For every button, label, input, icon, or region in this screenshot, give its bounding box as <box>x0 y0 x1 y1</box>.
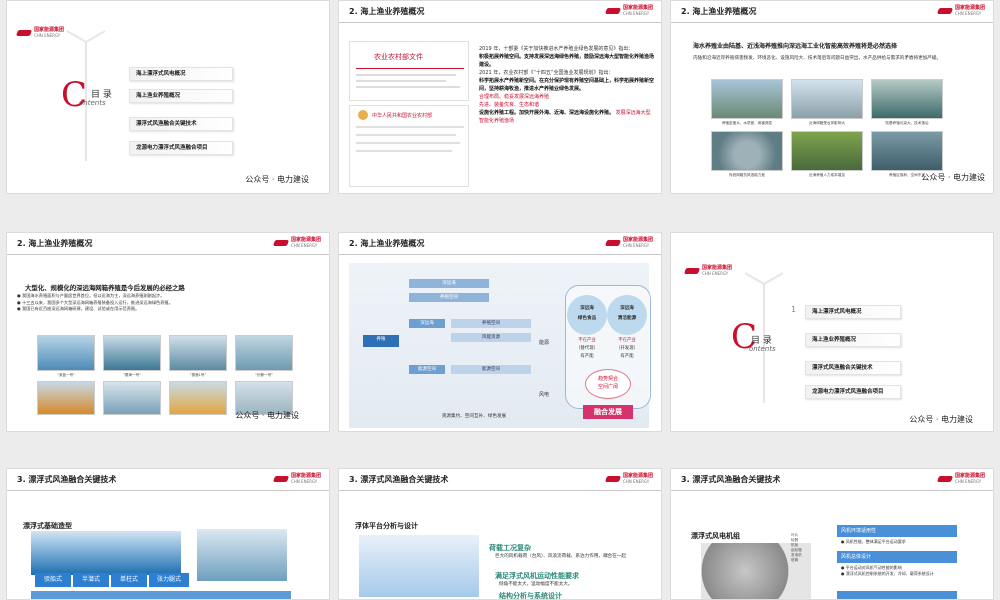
photo-cage-7 <box>169 381 227 415</box>
menu-item-2[interactable]: 海上渔业养殖概况 <box>129 89 233 103</box>
photo-coast-cages <box>791 79 863 119</box>
card-env: 风机环境适用性 <box>837 525 957 537</box>
photo-pond <box>711 79 783 119</box>
photo-cage-6 <box>103 381 161 415</box>
slide-wind-turbine[interactable]: 3. 漂浮式风渔融合关键技术 国家能源集团 CHN ENERGY 漂浮式风电机组 … <box>670 468 994 600</box>
photo-net-cage <box>711 131 783 171</box>
slide-title: 3. 漂浮式风渔融合关键技术 <box>681 475 781 484</box>
slide-title: 2. 海上渔业养殖概况 <box>349 7 425 16</box>
subtitle: 浮体平台分析与设计 <box>355 522 418 530</box>
slide-title: 2. 海上渔业养殖概况 <box>17 239 93 248</box>
subtitle: 漂浮式风电机组 <box>691 532 740 540</box>
foundation-models <box>197 529 287 581</box>
slide-policy[interactable]: 2. 海上渔业养殖概况 国家能源集团 CHN ENERGY 农业农村部文件 中华人… <box>338 0 662 194</box>
slide-title: 2. 海上渔业养殖概况 <box>681 7 757 16</box>
slide-aquaculture-trend[interactable]: 2. 海上渔业养殖概况 国家能源集团 CHN ENERGY 海水养殖业由陆基、近浅… <box>670 0 994 194</box>
photo-cage-3 <box>169 335 227 371</box>
policy-text: 2019 年，十部委《关于加快推进水产养殖业绿色发展的意见》指出： 积极拓展养殖… <box>479 46 655 124</box>
photo-cage-1 <box>37 335 95 371</box>
photo-cage-4 <box>235 335 293 371</box>
photo-cage-2 <box>103 335 161 371</box>
menu-item-4[interactable]: 龙源电力漂浮式风渔融合项目 <box>129 141 233 155</box>
brand-logo: 国家能源集团 CHN ENERGY <box>606 5 653 17</box>
slide-heading: 海水养殖业由陆基、近浅海养殖推向深远海工业化智能高效养殖将是必然选择 <box>693 43 898 50</box>
menu-item-1[interactable]: 海上漂浮式风电概况 <box>129 67 233 81</box>
contents-letter: C <box>61 75 88 115</box>
doc-title: 农业农村部文件 <box>374 53 423 61</box>
menu-item-4[interactable]: 龙源电力漂浮式风渔融合项目 <box>805 385 901 399</box>
doc-header: 中华人民共和国农业农村部 <box>372 113 433 119</box>
platform-illustration <box>359 535 479 597</box>
foundation-illustration <box>31 531 181 575</box>
intro-text: 内陆和沿海近岸养殖病害频发、环境恶化、设施风险大、技术落后等问题日益突出，水产品… <box>693 56 942 61</box>
menu-item-3[interactable]: 漂浮式风渔融合关键技术 <box>129 117 233 131</box>
brand-logo: 国家能源集团 CHN ENERGY <box>938 473 985 485</box>
brand-logo: 国家能源集团 CHN ENERGY <box>274 473 321 485</box>
slide-title: 3. 漂浮式风渔融合关键技术 <box>17 475 117 484</box>
fusion-badge: 融合发展 <box>583 405 633 419</box>
photo-indoor-tanks <box>871 131 943 171</box>
tag-barge: 驳船式 <box>35 573 71 587</box>
photo-cage-5 <box>37 381 95 415</box>
tag-tlp: 张力腿式 <box>149 573 189 587</box>
ministry-document-image: 中华人民共和国农业农村部 <box>349 105 469 187</box>
footer-wechat: 公众号 · 电力建设 <box>245 175 309 184</box>
policy-document-image: 农业农村部文件 <box>349 41 469 101</box>
slide-title: 2. 海上渔业养殖概况 <box>349 239 425 248</box>
slide-contents-1[interactable]: 国家能源集团 CHN ENERGY C 目 录 ontents 海上漂浮式风电概况… <box>6 0 330 194</box>
brand-logo: 国家能源集团 CHN ENERGY <box>17 27 64 39</box>
brand-logo: 国家能源集团 CHN ENERGY <box>685 265 732 277</box>
bullet-list: ● 我国海水养殖面积与产量居世界首位，但以近海为主，深远海养殖刚刚起步。 ● 十… <box>17 293 173 311</box>
tag-spar: 单柱式 <box>111 573 147 587</box>
photo-fish-farm <box>871 79 943 119</box>
slide-heading: 大型化、规模化的深远海网箱养殖是今后发展的必经之路 <box>25 284 185 292</box>
menu-item-2[interactable]: 海上渔业养殖概况 <box>805 333 901 347</box>
brand-logo: 国家能源集团 CHN ENERGY <box>274 237 321 249</box>
brand-logo: 国家能源集团 CHN ENERGY <box>938 5 985 17</box>
photo-workers <box>791 131 863 171</box>
menu-item-3[interactable]: 漂浮式风渔融合关键技术 <box>805 361 901 375</box>
tag-semi-sub: 半潜式 <box>73 573 109 587</box>
contents-subtitle: ontents <box>79 99 106 107</box>
brand-logo: 国家能源集团 CHN ENERGY <box>606 473 653 485</box>
slide-title: 3. 漂浮式风渔融合关键技术 <box>349 475 449 484</box>
menu-item-1[interactable]: 海上漂浮式风电概况 <box>805 305 901 319</box>
slide-platform-design[interactable]: 3. 漂浮式风渔融合关键技术 国家能源集团 CHN ENERGY 浮体平台分析与设… <box>338 468 662 600</box>
node-aquaculture: 养殖 <box>363 335 399 347</box>
card-design: 风机总体设计 <box>837 551 957 563</box>
slide-deep-sea-cages[interactable]: 2. 海上渔业养殖概况 国家能源集团 CHN ENERGY 大型化、规模化的深远海… <box>6 232 330 432</box>
slide-foundation-types[interactable]: 3. 漂浮式风渔融合关键技术 国家能源集团 CHN ENERGY 漂浮式基础造型 … <box>6 468 330 600</box>
brand-logo: 国家能源集团 CHN ENERGY <box>606 237 653 249</box>
subtitle: 漂浮式基础造型 <box>23 522 72 530</box>
slide-contents-2[interactable]: 国家能源集团 CHN ENERGY C 目 录 ontents 1 海上漂浮式风电… <box>670 232 994 432</box>
slide-sheet: 国家能源集团 CHN ENERGY C 目 录 ontents 海上漂浮式风电概况… <box>0 0 1000 600</box>
slide-fusion-diagram[interactable]: 2. 海上渔业养殖概况 国家能源集团 CHN ENERGY 养殖 深远海 养殖空间… <box>338 232 662 432</box>
